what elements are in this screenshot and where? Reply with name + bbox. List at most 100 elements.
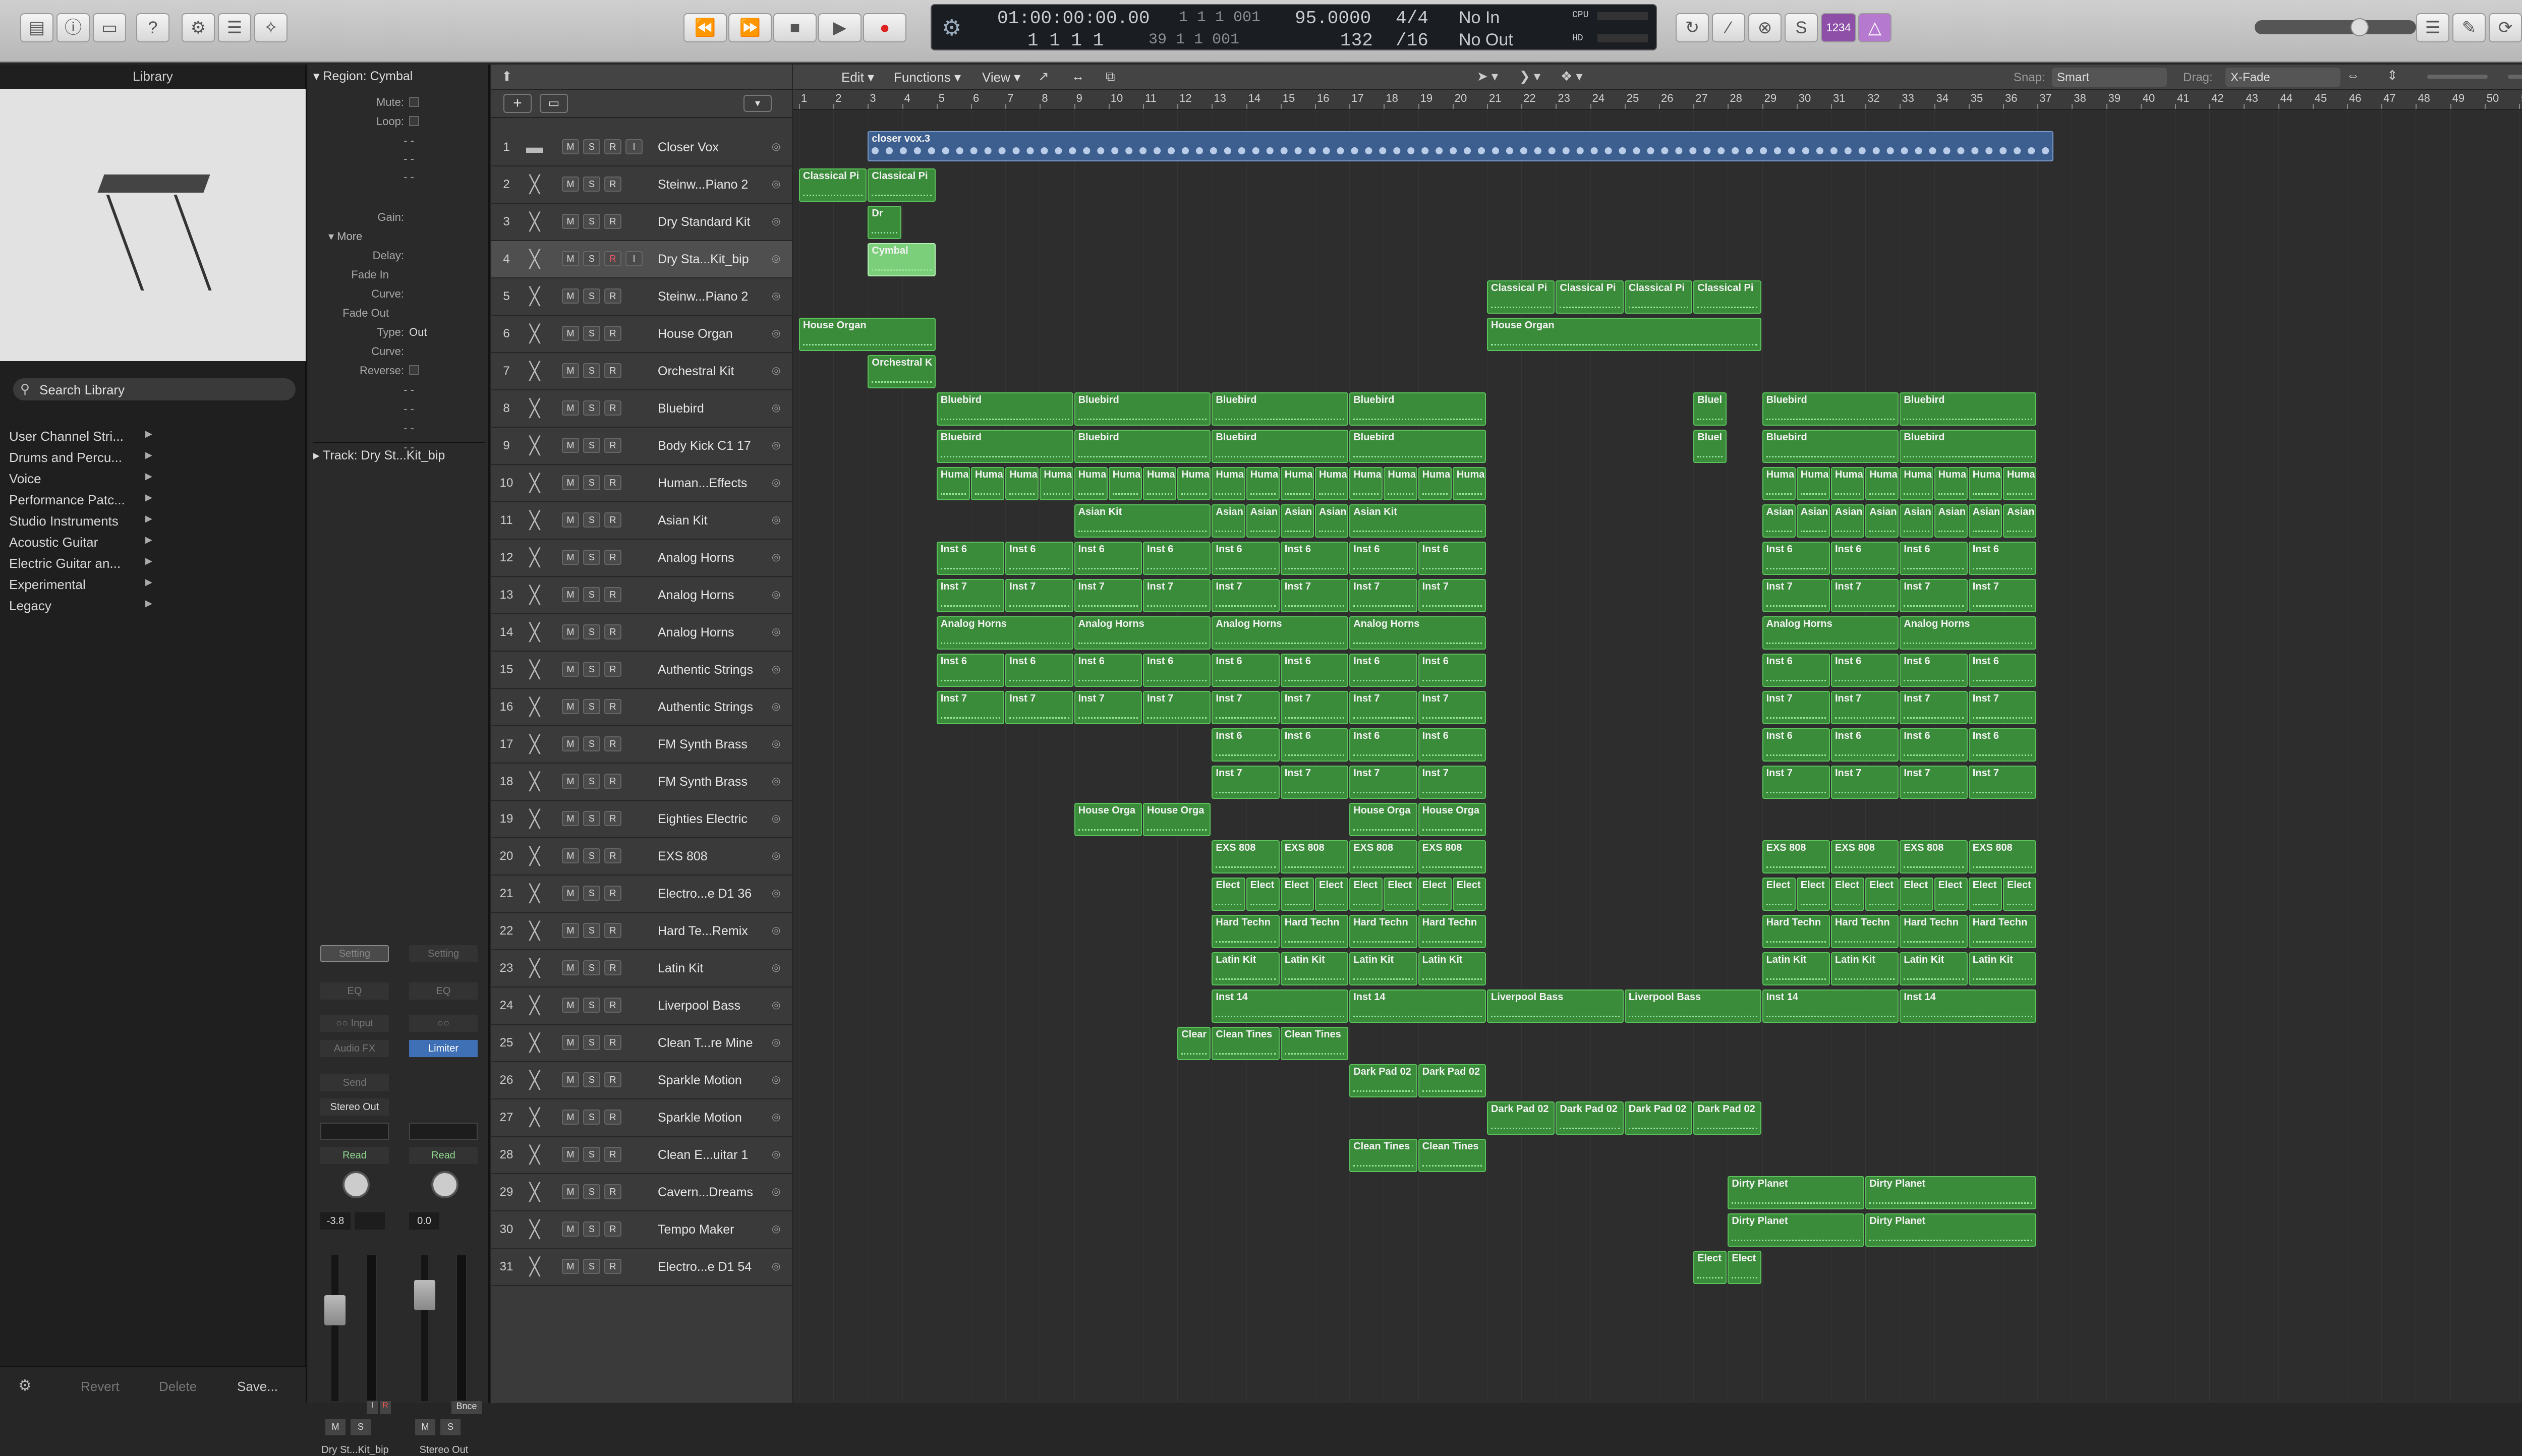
midi-region[interactable]: Inst 14 xyxy=(1900,989,2037,1023)
track-name[interactable]: FM Synth Brass xyxy=(658,775,769,789)
record-enable-button[interactable]: R xyxy=(604,736,621,751)
autopunch-button[interactable]: ⊗ xyxy=(1748,13,1782,42)
midi-region[interactable]: Inst 7 xyxy=(1968,579,2037,612)
solo-button[interactable]: S xyxy=(583,1221,600,1237)
track-name[interactable]: Clean E...uitar 1 xyxy=(658,1148,769,1162)
track-header-row[interactable]: 23 ╳ M S R Latin Kit ◎ xyxy=(491,950,792,987)
midi-region[interactable]: Inst 7 xyxy=(1005,691,1073,724)
midi-region[interactable]: Elect xyxy=(1796,878,1830,911)
track-header-row[interactable]: 20 ╳ M S R EXS 808 ◎ xyxy=(491,838,792,876)
midi-region[interactable]: Elect xyxy=(1246,878,1280,911)
track-header-row[interactable]: 19 ╳ M S R Eighties Electric ◎ xyxy=(491,801,792,838)
instrument-icon[interactable]: ╳ xyxy=(521,957,549,980)
record-enable-button[interactable]: R xyxy=(604,662,621,677)
instrument-icon[interactable]: ╳ xyxy=(521,1256,549,1279)
midi-region[interactable]: Asian xyxy=(1900,504,1933,538)
midi-region[interactable]: Inst 6 xyxy=(1349,542,1417,575)
instrument-icon[interactable]: ╳ xyxy=(521,211,549,234)
solo-button[interactable]: S xyxy=(583,923,600,938)
track-name[interactable]: Dry Sta...Kit_bip xyxy=(658,252,769,267)
track-name[interactable]: Body Kick C1 17 xyxy=(658,439,769,453)
midi-region[interactable]: Inst 7 xyxy=(1900,579,1968,612)
track-header-row[interactable]: 3 ╳ M S R Dry Standard Kit ◎ xyxy=(491,204,792,241)
record-enable-button[interactable]: R xyxy=(604,1259,621,1274)
track-header-row[interactable]: 16 ╳ M S R Authentic Strings ◎ xyxy=(491,689,792,726)
fader-cap-2[interactable] xyxy=(414,1280,435,1310)
transpose-value[interactable]: - - xyxy=(308,170,414,184)
vertical-zoom-slider[interactable] xyxy=(2427,75,2488,79)
midi-region[interactable]: Inst 7 xyxy=(936,579,1005,612)
master-volume-slider[interactable] xyxy=(2255,18,2416,36)
midi-region[interactable]: Inst 14 xyxy=(1349,989,1486,1023)
midi-region[interactable]: Huma xyxy=(2003,467,2037,500)
midi-region[interactable]: Elect xyxy=(2003,878,2037,911)
midi-region[interactable]: Inst 7 xyxy=(1831,691,1899,724)
zoom-fit-icon[interactable]: ↔ xyxy=(1071,69,1084,84)
instrument-icon[interactable]: ╳ xyxy=(521,323,549,346)
record-enable-button[interactable]: R xyxy=(604,998,621,1013)
midi-region[interactable]: Huma xyxy=(1796,467,1830,500)
midi-region[interactable]: Analog Horns xyxy=(1762,616,1899,650)
midi-region[interactable]: Analog Horns xyxy=(1212,616,1349,650)
instrument-icon[interactable]: ╳ xyxy=(521,509,549,533)
audio-fx-button-1[interactable]: Audio FX xyxy=(320,1040,389,1057)
mute-button-ch1[interactable]: M xyxy=(325,1419,346,1435)
solo-button[interactable]: S xyxy=(583,326,600,341)
midi-region[interactable]: Bluel xyxy=(1693,430,1727,463)
midi-region[interactable]: Inst 6 xyxy=(1900,654,1968,687)
midi-region[interactable]: Dark Pad 02 xyxy=(1624,1101,1693,1135)
midi-region[interactable]: Dirty Planet xyxy=(1865,1213,2037,1247)
midi-region[interactable]: Inst 6 xyxy=(1831,728,1899,762)
instrument-icon[interactable]: ╳ xyxy=(521,920,549,943)
solo-button[interactable]: S xyxy=(583,1035,600,1050)
track-name[interactable]: Eighties Electric xyxy=(658,812,769,827)
track-header-row[interactable]: 25 ╳ M S R Clean T...re Mine ◎ xyxy=(491,1025,792,1062)
solo-button[interactable]: S xyxy=(583,774,600,789)
midi-region[interactable]: Inst 6 xyxy=(1349,654,1417,687)
midi-region[interactable]: Dr xyxy=(868,206,901,239)
mute-button-ch2[interactable]: M xyxy=(415,1419,435,1435)
midi-region[interactable]: Inst 6 xyxy=(1968,654,2037,687)
midi-region[interactable]: Dark Pad 02 xyxy=(1487,1101,1555,1135)
midi-region[interactable]: Huma xyxy=(936,467,970,500)
midi-region[interactable]: Inst 6 xyxy=(1280,542,1349,575)
loop-checkbox[interactable] xyxy=(409,116,419,126)
solo-button[interactable]: S xyxy=(583,512,600,528)
metronome-button[interactable]: △ xyxy=(1858,13,1891,42)
inspector-button[interactable]: ⓘ xyxy=(56,13,90,42)
track-name[interactable]: Electro...e D1 36 xyxy=(658,887,769,901)
flex-icon[interactable]: ⧉ xyxy=(1106,69,1115,85)
solo-button[interactable]: S xyxy=(583,1259,600,1274)
mute-checkbox[interactable] xyxy=(409,97,419,107)
mute-button[interactable]: M xyxy=(562,251,579,266)
midi-region[interactable]: Inst 6 xyxy=(1762,542,1830,575)
midi-region[interactable]: Inst 7 xyxy=(1280,691,1349,724)
record-enable-button[interactable]: R xyxy=(604,512,621,528)
track-header-row[interactable]: 27 ╳ M S R Sparkle Motion ◎ xyxy=(491,1099,792,1137)
midi-region[interactable]: Inst 7 xyxy=(1762,766,1830,799)
add-track-button[interactable]: + xyxy=(503,94,532,113)
midi-region[interactable]: Inst 6 xyxy=(1762,728,1830,762)
record-enable-button[interactable]: R xyxy=(604,1184,621,1199)
midi-region[interactable]: Asian xyxy=(1831,504,1865,538)
midi-region[interactable]: EXS 808 xyxy=(1349,840,1417,873)
mute-button[interactable]: M xyxy=(562,1221,579,1237)
bar-ruler[interactable]: 1 2 3 4 5 6 7 8 9 10 11 12 13 14 15 16 17 18 19 20 21 22 23 24 2… xyxy=(793,90,2522,110)
midi-region[interactable]: Huma xyxy=(1212,467,1245,500)
midi-region[interactable]: Cymbal xyxy=(868,243,936,276)
automation-read-1[interactable]: Read xyxy=(320,1147,389,1164)
midi-region[interactable]: Inst 7 xyxy=(1280,579,1349,612)
editors-button[interactable]: ✧ xyxy=(254,13,288,42)
midi-region[interactable]: Inst 7 xyxy=(1968,691,2037,724)
track-name[interactable]: Tempo Maker xyxy=(658,1222,769,1237)
settings-gear-icon[interactable]: ⚙ xyxy=(18,1377,32,1394)
delete-button[interactable]: Delete xyxy=(159,1379,197,1394)
track-header-row[interactable]: 2 ╳ M S R Steinw...Piano 2 ◎ xyxy=(491,166,792,204)
record-enable-button[interactable]: R xyxy=(604,886,621,901)
midi-region[interactable]: Inst 6 xyxy=(1968,728,2037,762)
record-enable-button[interactable]: R xyxy=(604,438,621,453)
midi-region[interactable]: Hard Techn xyxy=(1212,915,1280,948)
midi-region[interactable]: Dark Pad 02 xyxy=(1418,1064,1486,1097)
lcd-tempo[interactable]: 95.0000 xyxy=(1295,8,1371,29)
instrument-icon[interactable]: ╳ xyxy=(521,547,549,570)
